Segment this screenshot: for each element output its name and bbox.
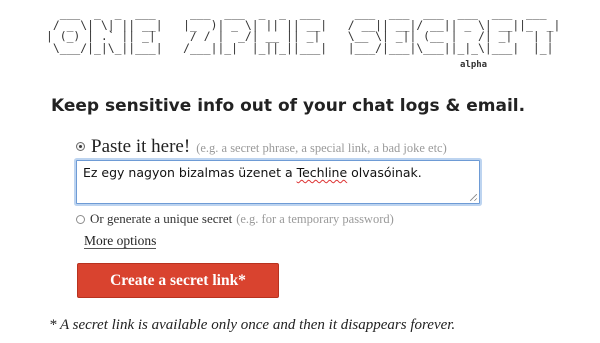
textarea-resize-handle[interactable] (470, 194, 477, 201)
alpha-badge: alpha (460, 60, 488, 70)
generate-option-row: Or generate a unique secret (e.g. for a … (76, 211, 394, 227)
spellcheck-flagged-word: Techline (296, 165, 348, 180)
paste-option-hint: (e.g. a secret phrase, a special link, a… (196, 141, 447, 155)
site-logo[interactable]: ___ _ _ ___ ___ ___ _ _ ___ ___ ___ ___ … (46, 7, 560, 70)
page-headline: Keep sensitive info out of your chat log… (51, 96, 526, 116)
generate-option-label[interactable]: Or generate a unique secret (90, 211, 232, 227)
paste-option-row: Paste it here! (e.g. a secret phrase, a … (76, 136, 447, 158)
logo-ascii-art: ___ _ _ ___ ___ ___ _ _ ___ ___ ___ ___ … (46, 6, 561, 55)
footnote: * A secret link is available only once a… (49, 317, 456, 333)
more-options-link[interactable]: More options (84, 233, 157, 249)
create-secret-link-button[interactable]: Create a secret link* (77, 263, 279, 298)
secret-textarea-value: Ez egy nagyon bizalmas üzenet a Techline… (83, 165, 422, 180)
secret-textarea[interactable]: Ez egy nagyon bizalmas üzenet a Techline… (76, 160, 480, 204)
secret-text-end: olvasóinak. (347, 165, 422, 180)
paste-option-label[interactable]: Paste it here! (91, 136, 190, 158)
secret-text-start: Ez egy nagyon bizalmas üzenet a (83, 165, 297, 180)
generate-option-hint: (e.g. for a temporary password) (236, 211, 394, 226)
generate-option-radio[interactable] (76, 214, 85, 224)
paste-option-radio[interactable] (76, 142, 85, 151)
